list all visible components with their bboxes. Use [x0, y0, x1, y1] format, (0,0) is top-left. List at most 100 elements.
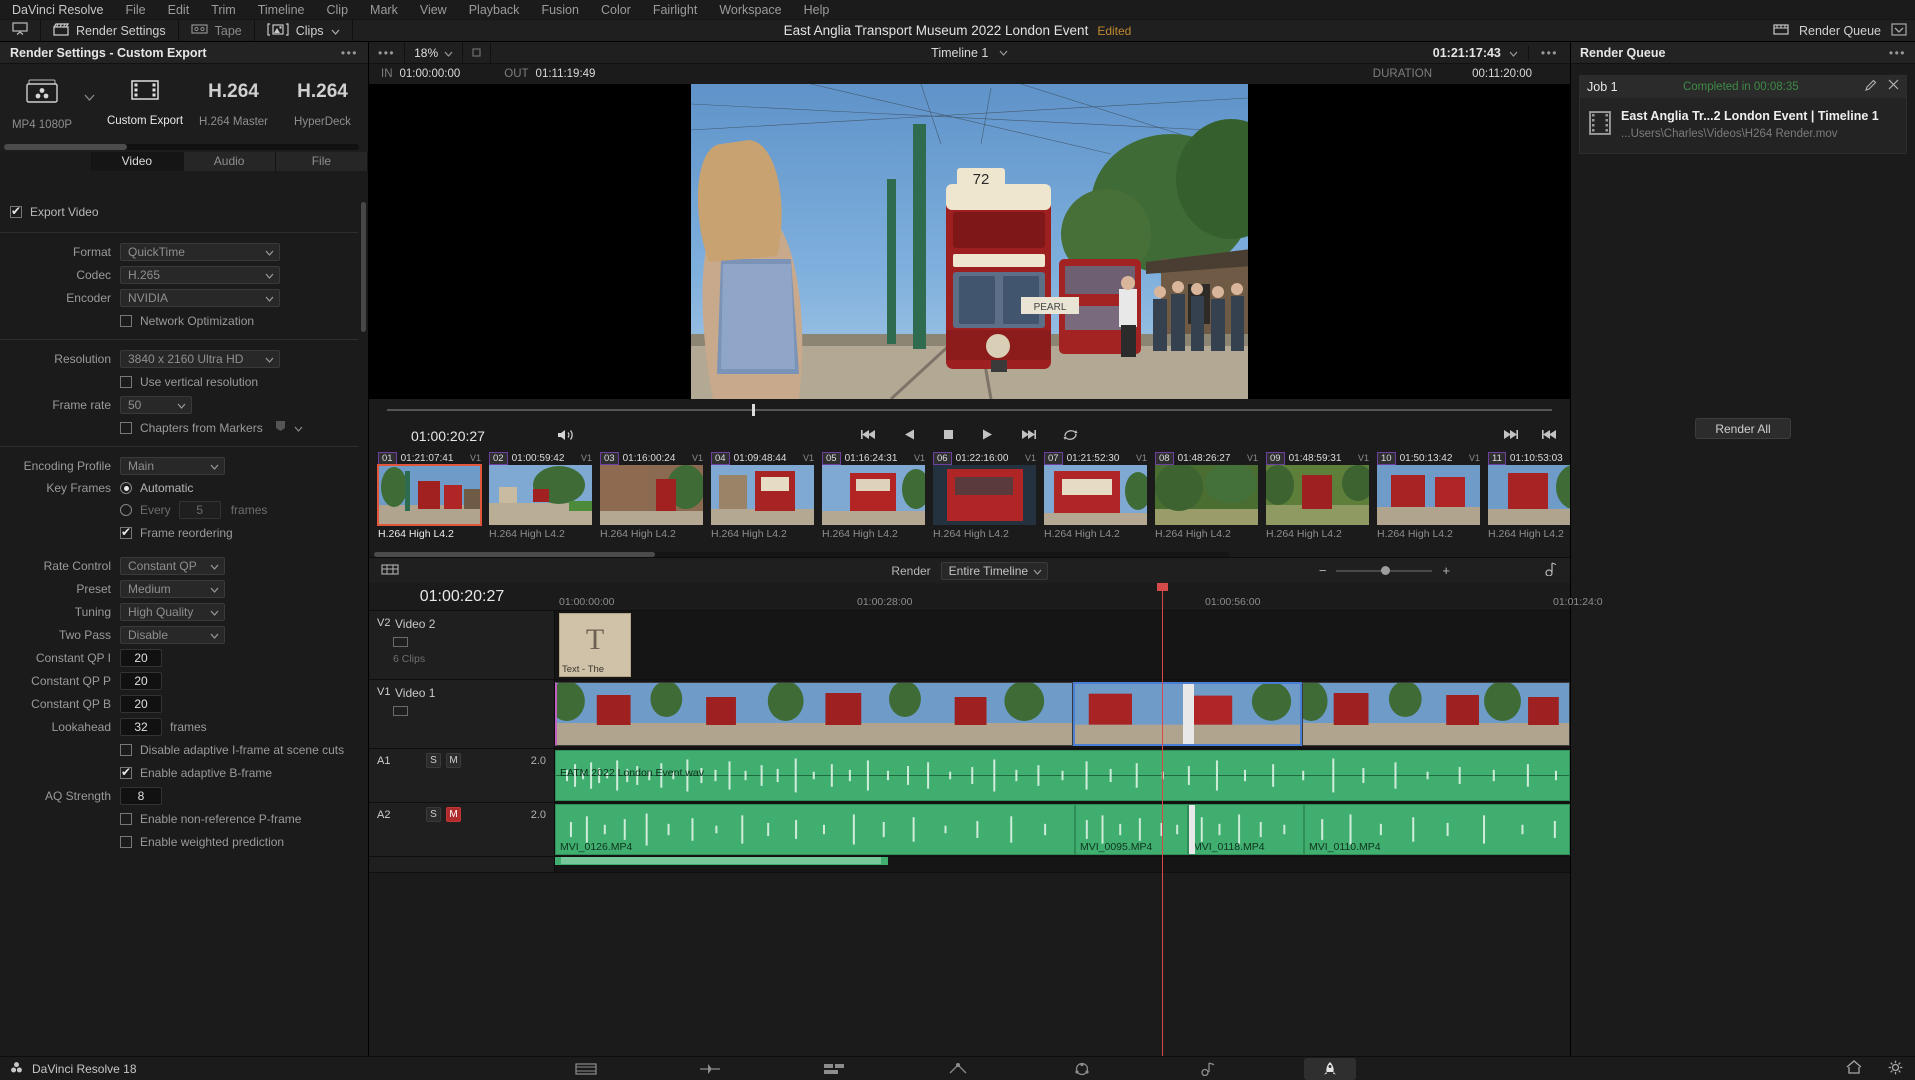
out-value[interactable]: 01:11:19:49 — [536, 68, 596, 80]
toolbar-display-toggle[interactable] — [0, 19, 41, 42]
page-fusion[interactable] — [932, 1058, 984, 1080]
keyframes-every-radio[interactable] — [120, 504, 132, 516]
page-switcher[interactable] — [0, 1057, 1915, 1080]
preset-row[interactable]: MP4 1080P Custom Export H.264 H.264 Mast… — [0, 64, 368, 152]
workspace-toggle-icon[interactable] — [1891, 23, 1907, 39]
menu-item-edit[interactable]: Edit — [157, 0, 201, 20]
menu-item-davinci-resolve[interactable]: DaVinci Resolve — [6, 0, 114, 20]
export-video-row[interactable]: Export Video — [0, 199, 368, 225]
menu-item-color[interactable]: Color — [590, 0, 642, 20]
frame-rate-row[interactable]: Frame rate 50 — [0, 393, 368, 416]
render-all-button[interactable]: Render All — [1695, 418, 1791, 439]
menu-item-fusion[interactable]: Fusion — [530, 0, 590, 20]
strip-clip[interactable]: 04 01:09:48:44 V1 H.264 High L4.2 — [707, 451, 818, 557]
strip-clip[interactable]: 03 01:16:00:24 V1 H.264 High L4.2 — [596, 451, 707, 557]
timeline-playhead[interactable] — [1157, 583, 1168, 1080]
enable-adaptive-bframe-row[interactable]: Enable adaptive B-frame — [0, 761, 368, 784]
page-cut[interactable] — [684, 1058, 736, 1080]
menu-item-workspace[interactable]: Workspace — [708, 0, 792, 20]
chapters-from-markers-row[interactable]: Chapters from Markers — [0, 416, 368, 439]
chevron-down-icon[interactable] — [1509, 46, 1518, 60]
aq-strength-input[interactable]: 8 — [120, 786, 162, 805]
track-body-a1[interactable]: EATM 2022 London Event.wav — [555, 749, 1570, 802]
video-clip-selected[interactable] — [1073, 682, 1302, 746]
codec-row[interactable]: Codec H.265 — [0, 263, 368, 286]
track-header-v2[interactable]: V2 Video 2 6 Clips — [369, 611, 555, 679]
preset-row-field[interactable]: Preset Medium — [0, 577, 368, 600]
menu-item-file[interactable]: File — [114, 0, 156, 20]
mute-button-a1[interactable]: M — [446, 753, 461, 768]
preset-chevron-down-icon[interactable] — [84, 90, 95, 104]
toolbar-clips[interactable]: Clips — [255, 19, 353, 42]
render-queue-icon[interactable] — [1773, 23, 1789, 39]
resolution-select[interactable]: 3840 x 2160 Ultra HD — [120, 349, 280, 368]
strip-clip[interactable]: 01 01:21:07:41 V1 H.264 High L4.2 — [374, 451, 485, 557]
constant-qp-p-row[interactable]: Constant QP P 20 — [0, 669, 368, 692]
encoding-profile-select[interactable]: Main — [120, 456, 225, 475]
track-body-v2[interactable]: T Text - The — [555, 611, 1570, 679]
frame-reordering-checkbox[interactable] — [120, 525, 132, 539]
preset-hyperdeck[interactable]: H.264 HyperDeck — [280, 78, 365, 128]
strip-clip[interactable]: 10 01:50:13:42 V1 H.264 High L4.2 — [1373, 451, 1484, 557]
track-body-a2[interactable]: MVI_0126.MP4 MVI_0095.MP4 MVI_0118.MP4 M… — [555, 803, 1570, 856]
track-level-a1[interactable]: 2.0 — [531, 755, 546, 767]
video-viewer[interactable]: 72 PEARL — [369, 84, 1570, 399]
timeline-ruler[interactable]: 01:00:20:27 01:00:00:00 01:00:28:00 01:0… — [369, 583, 1603, 611]
menu-item-timeline[interactable]: Timeline — [247, 0, 316, 20]
keyframes-automatic-row[interactable]: Key Frames Automatic — [0, 477, 368, 499]
solo-button-a1[interactable]: S — [426, 753, 441, 768]
edit-job-icon[interactable] — [1864, 79, 1877, 95]
audio-clip[interactable]: MVI_0110.MP4 — [1304, 804, 1570, 855]
preset-custom-export[interactable]: Custom Export — [103, 78, 187, 127]
resolution-row[interactable]: Resolution 3840 x 2160 Ultra HD — [0, 347, 368, 370]
disable-adaptive-iframe-row[interactable]: Disable adaptive I-frame at scene cuts — [0, 738, 368, 761]
constant-qp-b-input[interactable]: 20 — [120, 694, 162, 713]
ruler-ticks[interactable]: 01:00:00:00 01:00:28:00 01:00:56:00 01:0… — [555, 583, 1603, 610]
text-clip[interactable]: T Text - The — [559, 613, 631, 677]
two-pass-select[interactable]: Disable — [120, 625, 225, 644]
track-visibility-icon[interactable] — [393, 706, 408, 716]
mute-button-a2[interactable]: M — [446, 807, 461, 822]
chapters-from-markers-checkbox[interactable] — [120, 421, 132, 434]
codec-select[interactable]: H.265 — [120, 265, 280, 284]
strip-clip[interactable]: 07 01:21:52:30 V1 H.264 High L4.2 — [1040, 451, 1151, 557]
scrubber-playhead[interactable] — [752, 404, 755, 416]
timeline-zoom-slider[interactable] — [1336, 565, 1433, 575]
viewer-more-options-button[interactable]: ••• — [1527, 46, 1570, 60]
tuning-row[interactable]: Tuning High Quality — [0, 600, 368, 623]
track-header-a1[interactable]: A1 S M 2.0 — [369, 749, 555, 802]
audio-clip[interactable]: MVI_0126.MP4 — [555, 804, 1075, 855]
format-row[interactable]: Format QuickTime — [0, 240, 368, 263]
track-body-v1[interactable] — [555, 680, 1570, 748]
jump-to-start-icon[interactable] — [860, 428, 877, 444]
track-visibility-icon[interactable] — [393, 637, 408, 647]
toolbar-tape[interactable]: Tape — [179, 19, 255, 42]
page-edit[interactable] — [808, 1058, 860, 1080]
network-optimization-row[interactable]: Network Optimization — [0, 309, 368, 332]
play-reverse-icon[interactable] — [903, 428, 916, 444]
network-optimization-checkbox[interactable] — [120, 314, 132, 327]
render-settings-scrollbar[interactable] — [361, 202, 366, 332]
settings-gear-icon[interactable] — [1888, 1060, 1903, 1078]
menu-item-fairlight[interactable]: Fairlight — [642, 0, 708, 20]
rate-control-row[interactable]: Rate Control Constant QP — [0, 554, 368, 577]
constant-qp-b-row[interactable]: Constant QP B 20 — [0, 692, 368, 715]
keyframes-automatic-radio[interactable] — [120, 482, 132, 494]
constant-qp-i-row[interactable]: Constant QP I 20 — [0, 646, 368, 669]
disable-adaptive-iframe-checkbox[interactable] — [120, 743, 132, 756]
keyframes-every-row[interactable]: Every 5 frames — [0, 499, 368, 521]
menu-item-playback[interactable]: Playback — [458, 0, 531, 20]
encoder-row[interactable]: Encoder NVIDIA — [0, 286, 368, 309]
timeline-track-a1[interactable]: A1 S M 2.0 EATM 2022 London Event.wav — [369, 749, 1570, 803]
preset-scrollbar[interactable] — [4, 144, 359, 150]
preset-mp4-1080p[interactable]: MP4 1080P — [0, 78, 84, 131]
timeline-track-v2[interactable]: V2 Video 2 6 Clips T Text - The — [369, 611, 1570, 680]
preset-h264-master[interactable]: H.264 H.264 Master — [187, 78, 280, 128]
page-fairlight[interactable] — [1180, 1058, 1232, 1080]
strip-clip[interactable]: 02 01:00:59:42 V1 H.264 High L4.2 — [485, 451, 596, 557]
render-settings-tabs[interactable]: Video Audio File — [0, 152, 368, 171]
strip-clip[interactable]: 1101:10:53:03V1 H.264 High L4.2 — [1484, 451, 1570, 557]
strip-clip[interactable]: 05 01:16:24:31 V1 H.264 High L4.2 — [818, 451, 929, 557]
tab-audio[interactable]: Audio — [183, 152, 276, 171]
encoding-profile-row[interactable]: Encoding Profile Main — [0, 454, 368, 477]
